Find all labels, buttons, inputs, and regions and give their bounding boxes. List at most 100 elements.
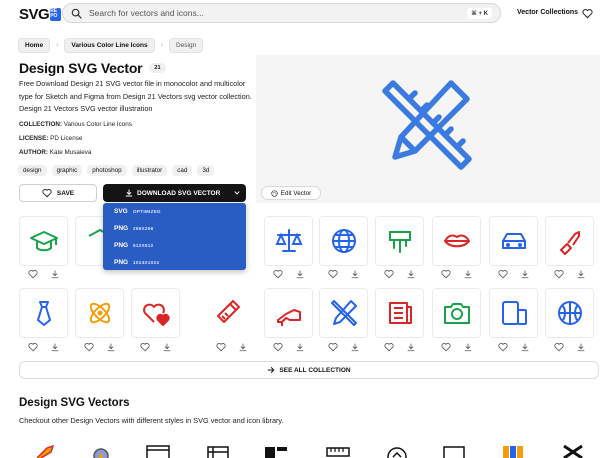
icon-card[interactable] [19,216,68,266]
download-icon [125,189,133,197]
icon-card[interactable] [319,216,368,266]
title-row: Design SVG Vector 21 [19,60,166,76]
download-png-512[interactable]: PNG 512X512 [103,237,246,254]
heart-icon[interactable] [498,342,508,352]
collection-meta: COLLECTION: Various Color Line Icons [19,121,132,128]
tie-icon [36,301,51,326]
heart-icon[interactable] [273,342,283,352]
tag[interactable]: design [18,165,47,176]
heart-icon[interactable] [216,342,226,352]
heart-icon[interactable] [328,269,338,279]
heart-icon[interactable] [28,269,38,279]
icon-card[interactable] [432,288,481,338]
car-icon [501,233,526,249]
download-icon[interactable] [106,342,116,352]
icon-card[interactable] [264,216,313,266]
download-png-1024[interactable]: PNG 1024X1024 [103,254,246,271]
icon-card[interactable] [75,288,124,338]
lipstick-icon [559,231,580,255]
camera-icon [443,303,470,324]
tag[interactable]: photoshop [87,165,127,176]
count-badge: 21 [149,63,166,73]
tag[interactable]: 3d [197,165,215,176]
heart-icon[interactable] [140,342,150,352]
breadcrumb-collection[interactable]: Various Color Line Icons [64,38,155,53]
devices-icon [501,301,527,325]
icon-card[interactable] [207,288,246,338]
icon-card[interactable] [432,216,481,266]
search-bar[interactable]: ⌘ + K [62,3,501,23]
heart-icon[interactable] [28,342,38,352]
download-icon[interactable] [295,269,305,279]
download-icon[interactable] [350,342,360,352]
download-icon[interactable] [520,342,530,352]
download-icon[interactable] [50,269,60,279]
heart-icon[interactable] [441,269,451,279]
search-input[interactable] [89,8,468,18]
hearts-icon [142,303,170,326]
download-icon[interactable] [162,342,172,352]
see-all-label: SEE ALL COLLECTION [279,366,351,374]
icon-card[interactable] [19,288,68,338]
download-icon[interactable] [576,269,586,279]
tag[interactable]: cad [172,165,193,176]
collection-value[interactable]: Various Color Line Icons [64,121,132,128]
icon-card[interactable] [545,288,594,338]
heart-icon[interactable] [273,269,283,279]
favorites-heart-icon[interactable] [582,8,593,19]
tag[interactable]: graphic [51,165,83,176]
download-icon[interactable] [463,269,473,279]
tag[interactable]: illustrator [131,165,168,176]
site-logo[interactable]: SVG RE PO [19,5,62,23]
heart-icon[interactable] [384,269,394,279]
save-button[interactable]: SAVE [19,184,97,202]
shortcut-hint: ⌘ + K [467,7,492,19]
download-png-256[interactable]: PNG 256X256 [103,220,246,237]
icon-card[interactable] [489,216,538,266]
download-icon[interactable] [50,342,60,352]
download-icon[interactable] [238,342,248,352]
heart-icon[interactable] [554,269,564,279]
download-button[interactable]: DOWNLOAD SVG VECTOR [103,184,246,202]
heart-icon[interactable] [554,342,564,352]
heart-icon[interactable] [498,269,508,279]
arrow-right-icon [268,367,275,373]
edit-vector-label: Edit Vector [280,189,312,197]
palette-icon [271,189,278,197]
vector-collections-link[interactable]: Vector Collections [517,9,578,16]
download-icon[interactable] [295,342,305,352]
chevron-right-icon: › [56,42,59,49]
icon-card[interactable] [545,216,594,266]
author-value[interactable]: Kate Musaieva [50,149,92,156]
license-value[interactable]: PD License [50,135,82,142]
chevron-down-icon[interactable] [233,189,241,197]
icon-card[interactable] [131,288,180,338]
breadcrumb-home[interactable]: Home [18,38,51,53]
high-heel-icon [276,309,301,326]
download-icon[interactable] [406,342,416,352]
download-icon[interactable] [406,269,416,279]
download-icon[interactable] [463,342,473,352]
icon-card[interactable] [375,216,424,266]
icon-card[interactable] [489,288,538,338]
see-all-collection-button[interactable]: SEE ALL COLLECTION [19,361,599,379]
heart-icon[interactable] [328,342,338,352]
icon-card[interactable] [375,288,424,338]
download-icon[interactable] [350,269,360,279]
download-svg-optimized[interactable]: SVG OPTIMIZED [103,203,246,220]
download-menu: SVG OPTIMIZED PNG 256X256 PNG 512X512 PN… [103,203,246,270]
edit-vector-button[interactable]: Edit Vector [261,186,321,200]
download-icon[interactable] [576,342,586,352]
graduation-cap-icon [29,231,58,252]
ball-icon [557,301,582,325]
page-description: Free Download Design 21 SVG vector file … [19,79,252,113]
heart-icon[interactable] [441,342,451,352]
lips-icon [443,234,470,248]
icon-card[interactable] [264,288,313,338]
heart-icon[interactable] [84,342,94,352]
download-icon[interactable] [520,269,530,279]
icon-card[interactable] [319,288,368,338]
ruler-pencil-icon [382,80,472,170]
section-title: Design SVG Vectors [19,397,130,409]
heart-icon[interactable] [384,342,394,352]
